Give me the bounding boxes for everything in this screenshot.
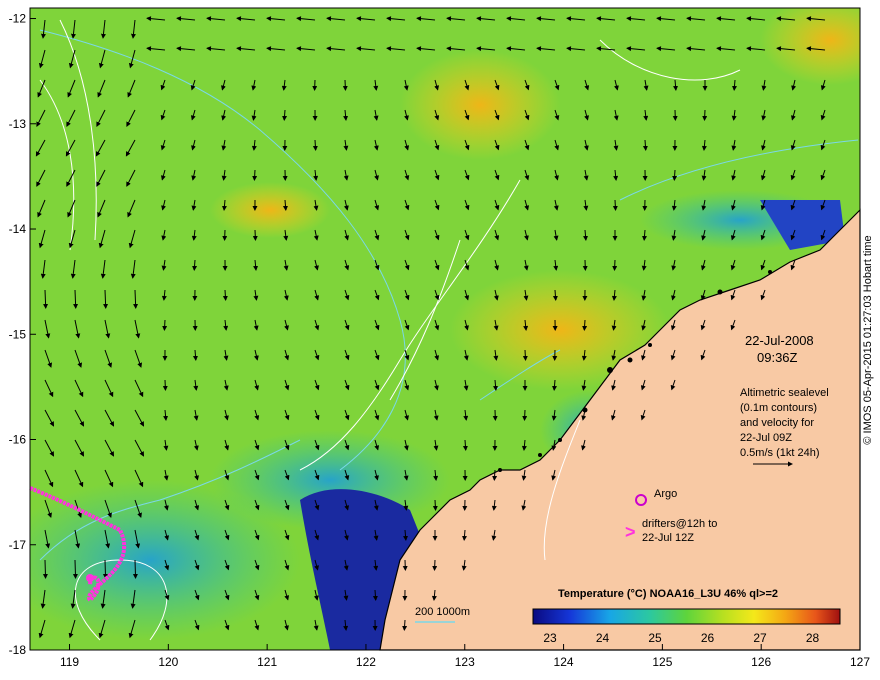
altimetry-line: (0.1m contours) — [740, 402, 817, 414]
lat-tick-label: -15 — [9, 327, 27, 341]
altimetry-line: and velocity for — [740, 417, 814, 429]
lon-tick-label: 123 — [455, 655, 475, 669]
lon-tick-label: 127 — [850, 655, 870, 669]
velocity-arrow — [72, 559, 78, 579]
velocity-arrow — [222, 289, 228, 301]
velocity-arrow — [612, 199, 618, 211]
colorbar-tick-label: 28 — [806, 631, 820, 645]
sst-map: 119 120 121 122 123 124 125 126 127 -12 -13 -14 -15… — [9, 7, 870, 669]
colorbar-title: Temperature (°C) NOAA16_L3U 46% ql>=2 — [558, 588, 778, 600]
colorbar-tick-label: 24 — [596, 631, 610, 645]
velocity-arrow — [432, 499, 438, 511]
velocity-arrow — [492, 469, 498, 481]
lat-tick-label: -17 — [9, 538, 27, 552]
velocity-arrow — [522, 349, 528, 361]
velocity-arrow — [42, 559, 48, 579]
colorbar-tick-label: 25 — [648, 631, 662, 645]
argo-label: Argo — [654, 488, 677, 500]
lon-tick-label: 125 — [652, 655, 672, 669]
drifter-label-2: 22-Jul 12Z — [642, 532, 694, 544]
altimetry-line: Altimetric sealevel — [740, 387, 829, 399]
drifter-label-1: drifters@12h to — [642, 518, 717, 530]
velocity-arrow — [402, 619, 408, 631]
colorbar-ramp — [532, 608, 841, 625]
colorbar-tick-label: 27 — [753, 631, 767, 645]
velocity-arrow — [252, 169, 258, 181]
velocity-arrow — [102, 559, 108, 579]
colorbar-tick-label: 26 — [701, 631, 715, 645]
lon-tick-label: 121 — [257, 655, 277, 669]
colorbar-tick-label: 23 — [543, 631, 557, 645]
velocity-arrow — [162, 319, 168, 331]
altimetry-line: 22-Jul 09Z — [740, 432, 792, 444]
map-time: 09:36Z — [757, 350, 798, 365]
lon-tick-label: 122 — [356, 655, 376, 669]
lon-tick-label: 124 — [554, 655, 574, 669]
credit-text: © IMOS 05-Apr-2015 01:27:03 Hobart time — [862, 235, 874, 445]
altimetry-line: 0.5m/s (1kt 24h) — [740, 447, 819, 459]
velocity-arrow — [132, 559, 138, 579]
lat-tick-label: -14 — [9, 222, 27, 236]
map-date: 22-Jul-2008 — [745, 333, 814, 348]
lat-tick-label: -12 — [9, 12, 27, 26]
lon-tick-label: 120 — [158, 655, 178, 669]
lat-tick-label: -18 — [9, 643, 27, 657]
velocity-arrow — [582, 319, 588, 331]
velocity-arrow — [312, 139, 318, 151]
drifter-marker: > — [625, 522, 636, 542]
isobath-label: 200 1000m — [415, 606, 470, 618]
lat-tick-label: -16 — [9, 433, 27, 447]
velocity-arrow — [672, 169, 678, 181]
lat-tick-label: -13 — [9, 117, 27, 131]
lon-tick-label: 119 — [60, 655, 79, 669]
lon-tick-label: 126 — [751, 655, 771, 669]
